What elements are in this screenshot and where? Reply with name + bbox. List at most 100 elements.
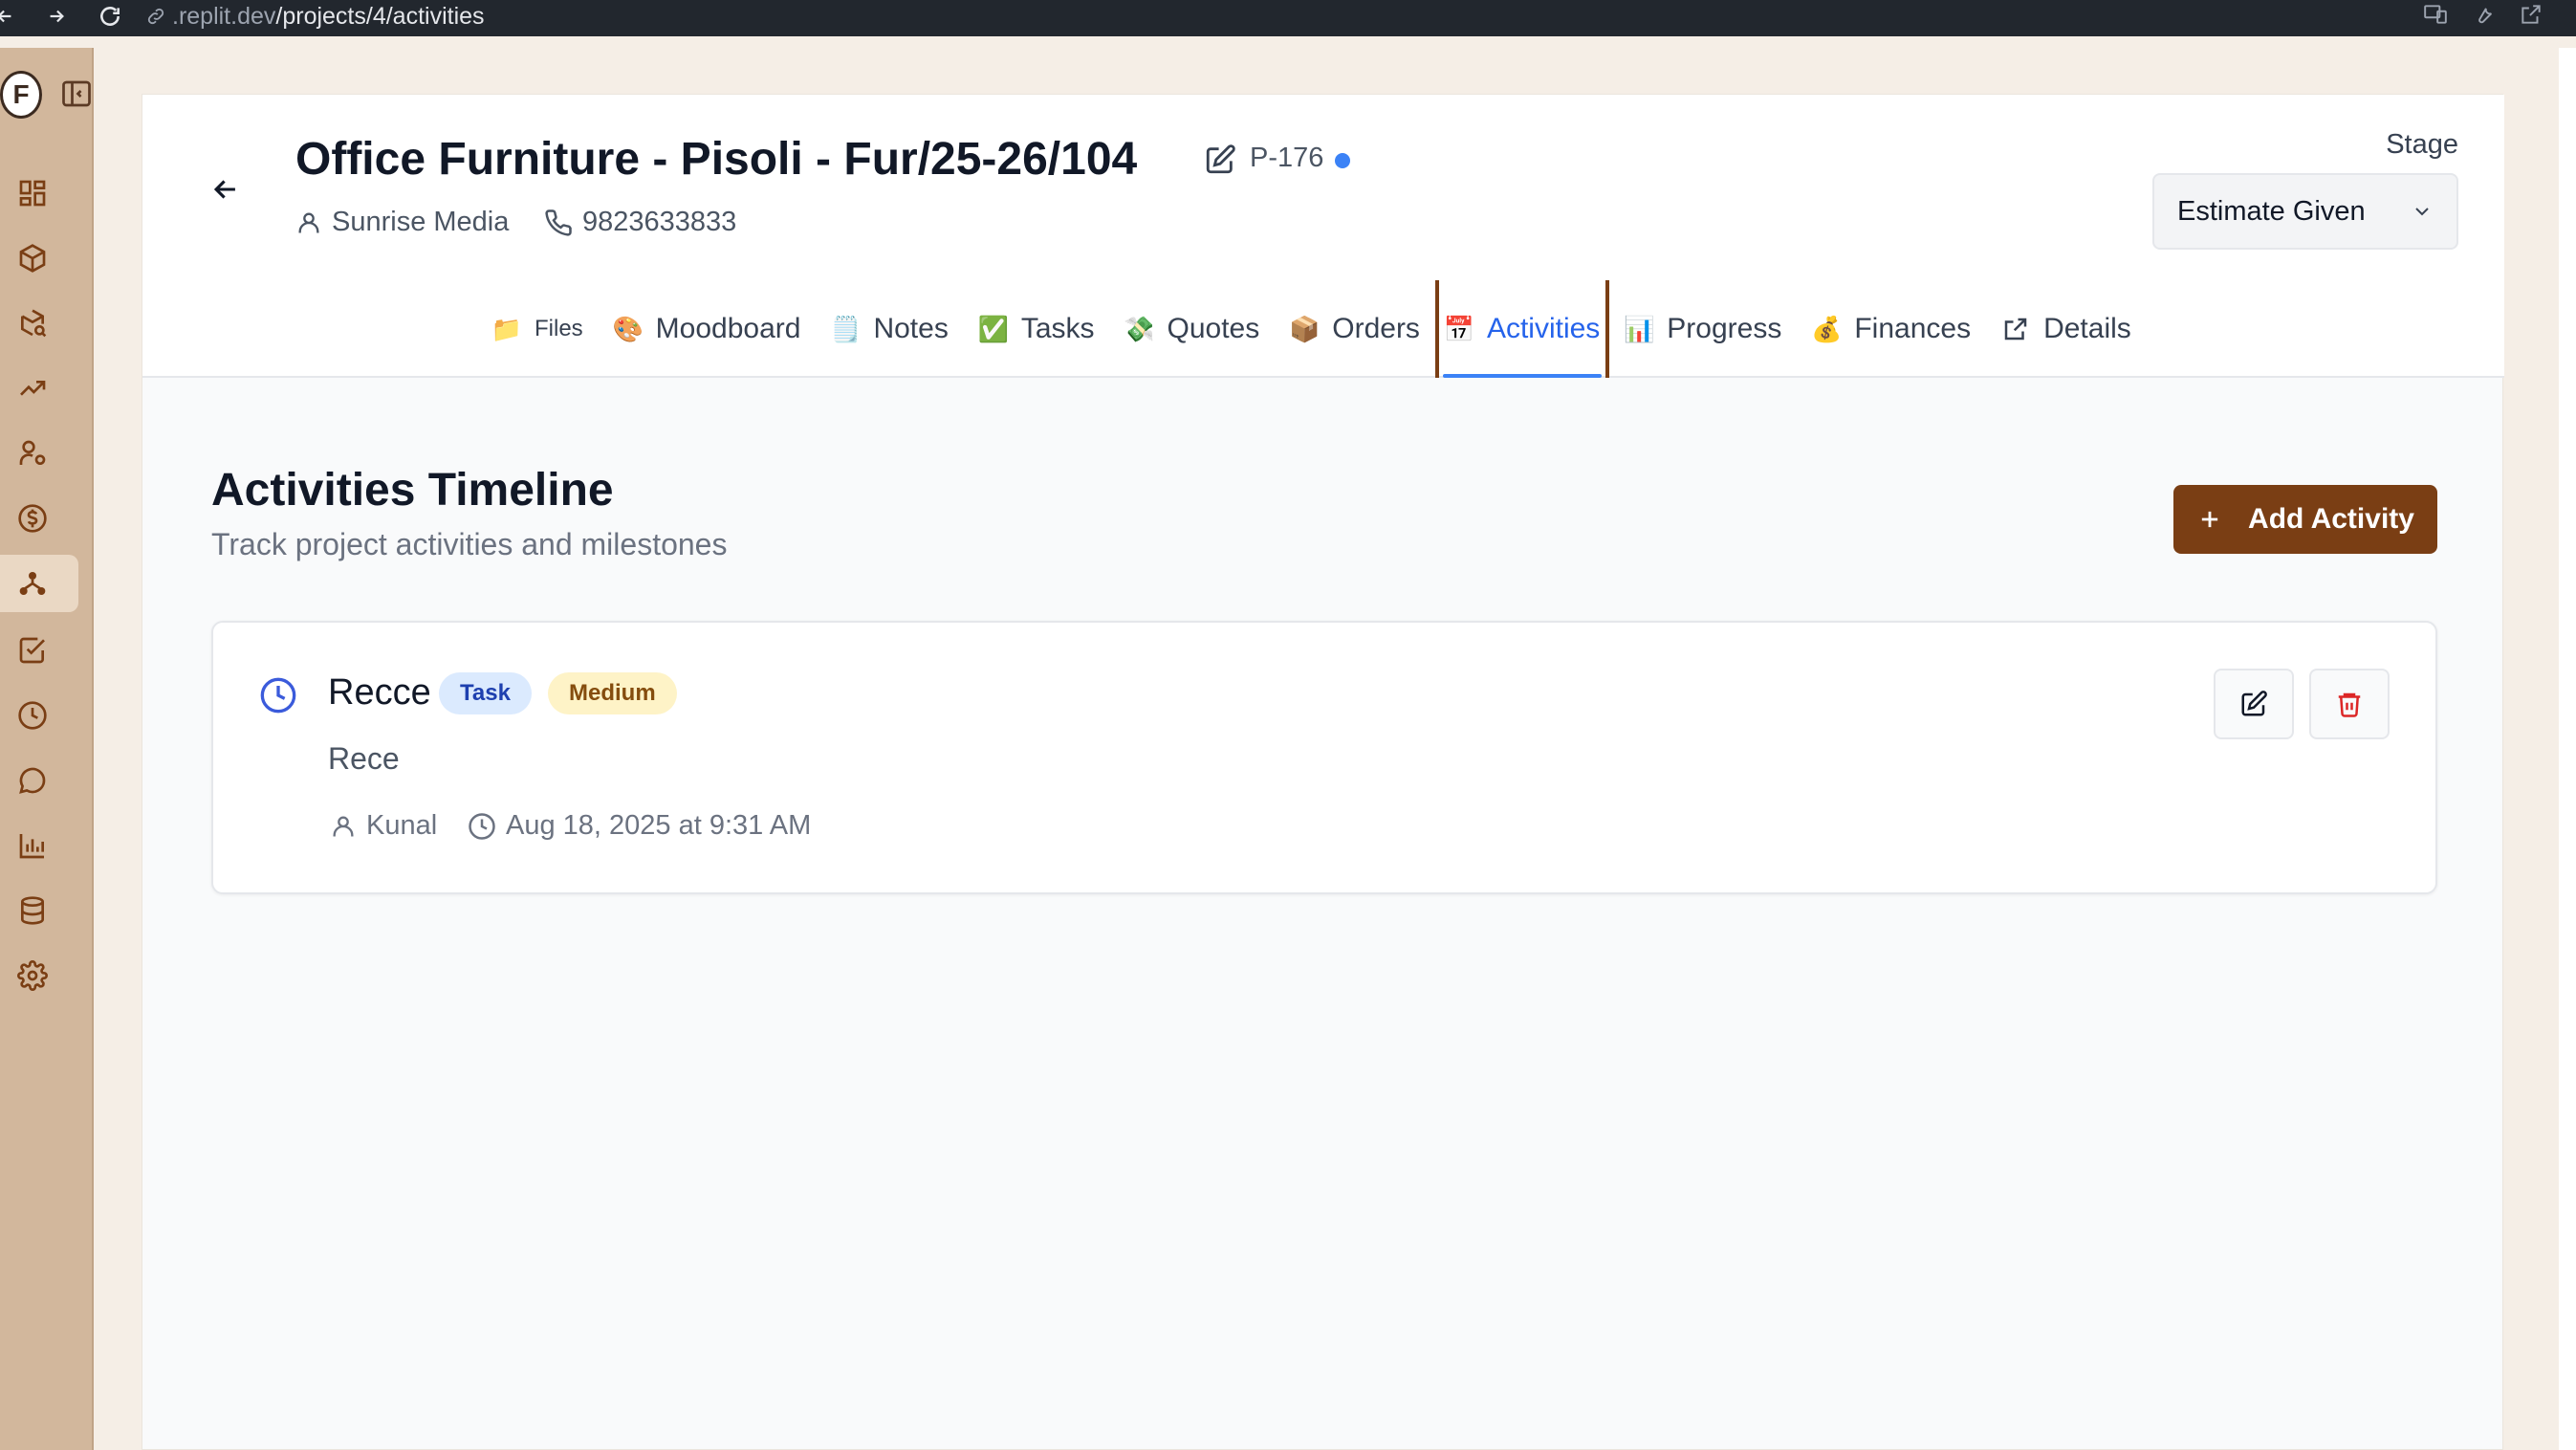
tab-progress[interactable]: 📊 Progress [1609, 280, 1797, 378]
tab-label: Activities [1486, 313, 1601, 344]
activity-priority-badge: Medium [548, 672, 677, 714]
activity-datetime-text: Aug 18, 2025 at 9:31 AM [506, 810, 812, 841]
external-link-icon[interactable] [2519, 2, 2543, 32]
devices-icon[interactable] [2423, 2, 2448, 32]
sidebar-item-reports[interactable] [0, 817, 78, 874]
sidebar-item-dashboard[interactable] [0, 165, 78, 222]
tab-details[interactable]: Details [1986, 280, 2147, 378]
tab-moodboard[interactable]: 🎨 Moodboard [599, 280, 817, 378]
money-wings-icon: 💸 [1124, 314, 1155, 343]
chat-icon [19, 767, 46, 794]
url-path: /projects/4/activities [275, 2, 485, 30]
arrow-left-icon [213, 180, 235, 199]
chevron-down-icon [2415, 208, 2429, 216]
activity-type-badge: Task [439, 672, 532, 714]
back-arrow-icon[interactable] [0, 0, 15, 33]
activity-user-name: Kunal [366, 810, 438, 841]
sidebar-item-clients[interactable] [0, 425, 78, 482]
sidebar-item-projects[interactable] [0, 555, 78, 612]
tab-files[interactable]: 📁 Files [477, 280, 599, 378]
phone-info: 9823633833 [544, 207, 736, 238]
palette-icon: 🎨 [612, 314, 644, 343]
tab-finances[interactable]: 💰 Finances [1797, 280, 1986, 378]
edit-icon [1206, 144, 1235, 174]
edit-activity-button[interactable] [2214, 669, 2294, 739]
phone-icon [545, 209, 572, 236]
project-code: P-176 [1250, 143, 1324, 173]
activity-description: Rece [328, 741, 400, 776]
tab-activities[interactable]: 📅 Activities [1434, 280, 1610, 378]
reload-icon[interactable] [98, 0, 122, 33]
stage-select[interactable]: Estimate Given [2152, 173, 2458, 250]
checkbox-icon [19, 637, 45, 664]
package-search-icon [21, 309, 47, 338]
tab-label: Orders [1332, 313, 1420, 344]
section-title: Activities Timeline [211, 465, 614, 516]
app-logo[interactable]: F [0, 71, 42, 119]
external-link-icon [2001, 315, 2030, 343]
calendar-icon: 📅 [1443, 314, 1475, 343]
folder-icon: 📁 [491, 314, 523, 343]
forward-arrow-icon[interactable] [46, 0, 67, 33]
sidebar-toggle-icon[interactable] [59, 77, 94, 116]
address-bar[interactable]: .replit.dev/projects/4/activities [145, 0, 485, 33]
notepad-icon: 🗒️ [830, 314, 862, 343]
add-activity-button[interactable]: Add Activity [2173, 485, 2437, 554]
sidebar-item-tasks[interactable] [0, 622, 78, 679]
tab-tasks[interactable]: ✅ Tasks [964, 280, 1110, 378]
wrench-icon[interactable] [2471, 2, 2496, 32]
tab-notes[interactable]: 🗒️ Notes [816, 280, 963, 378]
main-content: Office Furniture - Pisoli - Fur/25-26/10… [142, 94, 2504, 1450]
sidebar-item-finance[interactable] [0, 490, 78, 547]
browser-toolbar: .replit.dev/projects/4/activities [0, 0, 2576, 36]
activity-title: Recce [328, 672, 431, 713]
add-activity-label: Add Activity [2248, 503, 2414, 535]
scrollbar[interactable] [2559, 48, 2576, 1450]
tab-label: Tasks [1020, 313, 1095, 344]
url-domain: .replit.dev [172, 2, 276, 30]
network-icon [19, 572, 46, 595]
plus-icon [2201, 511, 2218, 528]
sidebar-item-database[interactable] [0, 882, 78, 939]
sidebar-item-attendance[interactable] [0, 687, 78, 744]
client-name: Sunrise Media [332, 207, 510, 237]
section-subtitle: Track project activities and milestones [211, 527, 728, 561]
sidebar-item-chat[interactable] [0, 752, 78, 809]
clock-icon [469, 812, 495, 840]
tab-label: Notes [873, 313, 949, 344]
tab-label: Finances [1854, 313, 1972, 344]
check-mark-icon: ✅ [977, 314, 1010, 343]
activity-card: Recce Task Medium Rece Kunal Aug 18, 202… [211, 621, 2437, 894]
activity-user: Kunal [330, 810, 437, 842]
tab-label: Details [2043, 313, 2131, 344]
tab-quotes[interactable]: 💸 Quotes [1110, 280, 1276, 378]
gear-icon [17, 960, 48, 991]
delete-activity-button[interactable] [2309, 669, 2390, 739]
sidebar-item-settings[interactable] [0, 947, 78, 1004]
activity-datetime: Aug 18, 2025 at 9:31 AM [468, 810, 811, 842]
project-header: Office Furniture - Pisoli - Fur/25-26/10… [142, 95, 2504, 378]
page-title: Office Furniture - Pisoli - Fur/25-26/10… [295, 134, 1138, 185]
tab-label: Files [535, 316, 583, 341]
link-icon [145, 6, 166, 27]
tab-orders[interactable]: 📦 Orders [1275, 280, 1435, 378]
sidebar-item-inventory[interactable] [0, 295, 78, 352]
edit-title-button[interactable] [1204, 143, 1236, 181]
back-button[interactable] [209, 173, 242, 210]
bar-chart-icon: 📊 [1624, 314, 1655, 343]
money-bag-icon: 💰 [1811, 314, 1843, 343]
phone-number: 9823633833 [582, 207, 737, 237]
sidebar-item-products[interactable] [0, 230, 78, 287]
tab-label: Moodboard [655, 313, 801, 344]
trash-icon [2338, 692, 2361, 717]
tab-label: Progress [1667, 313, 1782, 344]
sidebar-item-sales[interactable] [0, 360, 78, 417]
client-info: Sunrise Media [295, 207, 509, 238]
user-icon [298, 212, 319, 232]
project-tabs: 📁 Files 🎨 Moodboard 🗒️ Notes ✅ Tasks 💸 Quotes… [477, 280, 2147, 378]
browser-actions [2423, 0, 2543, 33]
tab-label: Quotes [1167, 313, 1260, 344]
page-gutter [2503, 48, 2576, 1450]
dollar-icon [18, 504, 47, 533]
bar-chart-icon [19, 834, 44, 859]
